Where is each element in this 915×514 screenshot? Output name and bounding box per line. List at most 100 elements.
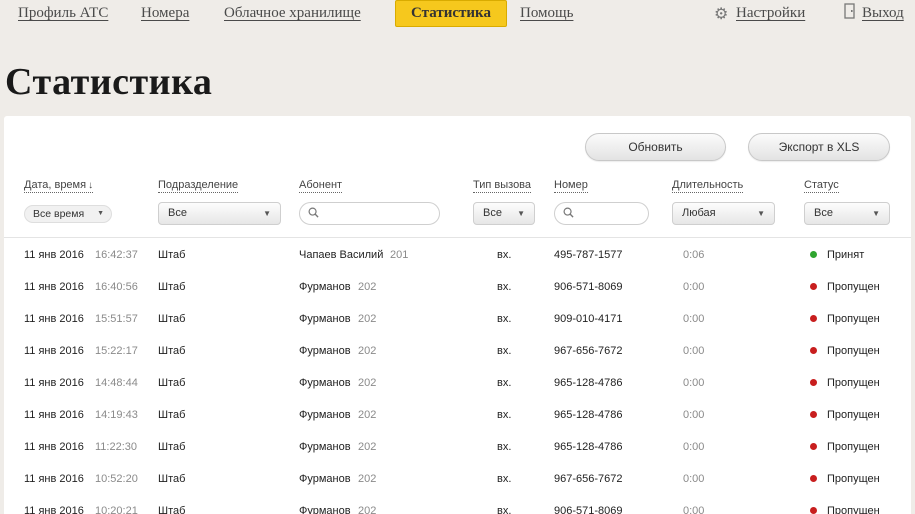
export-xls-button[interactable]: Экспорт в XLS [748, 133, 890, 161]
cell-time: 16:40:56 [95, 281, 138, 293]
table-row[interactable]: 11 янв 2016 15:51:57 Штаб Фурманов 202 вх. 909… [4, 304, 911, 336]
column-header-department[interactable]: Подразделение [158, 179, 239, 193]
cell-department: Штаб [158, 409, 186, 421]
cell-subscriber-name: Фурманов [299, 441, 351, 453]
cell-subscriber-ext: 202 [358, 441, 377, 453]
cell-duration: 0:00 [683, 345, 705, 357]
cell-status: Принят [827, 249, 865, 261]
status-dot-icon [810, 347, 817, 354]
cell-call-type: вх. [497, 441, 512, 453]
subscriber-search-input[interactable] [324, 205, 433, 222]
table-row[interactable]: 11 янв 2016 10:20:21 Штаб Фурманов 202 вх. 906… [4, 496, 911, 514]
column-header-datetime[interactable]: Дата, время ↓ [24, 179, 94, 193]
duration-filter-dropdown[interactable]: Любая ▼ [672, 202, 775, 225]
table-row[interactable]: 11 янв 2016 11:22:30 Штаб Фурманов 202 вх. 965… [4, 432, 911, 464]
nav-link-settings[interactable]: Настройки [736, 5, 805, 22]
cell-call-type: вх. [497, 313, 512, 325]
column-header-subscriber[interactable]: Абонент [299, 179, 343, 193]
cell-number: 965-128-4786 [554, 409, 623, 421]
subscriber-search-field[interactable] [299, 202, 440, 225]
top-navigation: Профиль АТС Номера Облачное хранилище Ст… [0, 0, 915, 30]
cell-date: 11 янв 2016 [24, 249, 84, 261]
nav-link-pbx-profile[interactable]: Профиль АТС [18, 5, 108, 22]
status-filter-dropdown[interactable]: Все ▼ [804, 202, 890, 225]
cell-subscriber-ext: 202 [358, 505, 377, 514]
cell-department: Штаб [158, 505, 186, 514]
column-header-status[interactable]: Статус [804, 179, 839, 193]
gear-icon[interactable]: ⚙ [714, 4, 728, 24]
cell-subscriber-ext: 201 [390, 249, 409, 261]
nav-tab-statistics-active[interactable]: Статистика [395, 0, 507, 27]
chevron-down-icon: ▼ [872, 209, 880, 218]
cell-subscriber-ext: 202 [358, 377, 377, 389]
column-header-duration[interactable]: Длительность [672, 179, 744, 193]
department-filter-dropdown[interactable]: Все ▼ [158, 202, 281, 225]
cell-department: Штаб [158, 313, 186, 325]
status-dot-icon [810, 379, 817, 386]
cell-number: 906-571-8069 [554, 505, 623, 514]
cell-department: Штаб [158, 281, 186, 293]
chevron-down-icon: ▼ [263, 209, 271, 218]
cell-department: Штаб [158, 345, 186, 357]
cell-subscriber-name: Фурманов [299, 377, 351, 389]
nav-link-help[interactable]: Помощь [520, 5, 573, 22]
cell-duration: 0:00 [683, 313, 705, 325]
cell-subscriber-ext: 202 [358, 473, 377, 485]
cell-time: 16:42:37 [95, 249, 138, 261]
column-header-number[interactable]: Номер [554, 179, 588, 193]
status-dot-icon [810, 411, 817, 418]
chevron-down-icon: ▼ [97, 210, 104, 217]
table-row[interactable]: 11 янв 2016 14:19:43 Штаб Фурманов 202 вх. 965… [4, 400, 911, 432]
cell-call-type: вх. [497, 377, 512, 389]
cell-duration: 0:00 [683, 505, 705, 514]
table-row[interactable]: 11 янв 2016 10:52:20 Штаб Фурманов 202 вх. 967… [4, 464, 911, 496]
table-row[interactable]: 11 янв 2016 14:48:44 Штаб Фурманов 202 вх. 965… [4, 368, 911, 400]
refresh-button[interactable]: Обновить [585, 133, 726, 161]
search-icon [563, 207, 574, 218]
cell-date: 11 янв 2016 [24, 313, 84, 325]
cell-subscriber-name: Фурманов [299, 409, 351, 421]
cell-status: Пропущен [827, 313, 880, 325]
number-search-input[interactable] [579, 205, 642, 222]
table-row[interactable]: 11 янв 2016 16:42:37 Штаб Чапаев Василий 201… [4, 240, 911, 272]
nav-link-cloud-storage[interactable]: Облачное хранилище [224, 5, 361, 22]
logout-door-icon[interactable] [844, 3, 856, 24]
cell-call-type: вх. [497, 281, 512, 293]
cell-date: 11 янв 2016 [24, 473, 84, 485]
status-dot-icon [810, 315, 817, 322]
status-filter-value: Все [814, 207, 833, 219]
cell-subscriber-ext: 202 [358, 313, 377, 325]
nav-link-logout[interactable]: Выход [862, 5, 904, 22]
nav-link-numbers[interactable]: Номера [141, 5, 189, 22]
status-dot-icon [810, 507, 817, 514]
duration-filter-value: Любая [682, 207, 716, 219]
datetime-filter-dropdown[interactable]: Все время ▼ [24, 205, 112, 223]
cell-subscriber-name: Фурманов [299, 313, 351, 325]
cell-status: Пропущен [827, 281, 880, 293]
table-row[interactable]: 11 янв 2016 16:40:56 Штаб Фурманов 202 вх. 906… [4, 272, 911, 304]
header-divider [4, 237, 911, 238]
department-filter-value: Все [168, 207, 187, 219]
cell-date: 11 янв 2016 [24, 281, 84, 293]
cell-subscriber-ext: 202 [358, 345, 377, 357]
datetime-filter-value: Все время [33, 208, 85, 220]
cell-status: Пропущен [827, 441, 880, 453]
cell-status: Пропущен [827, 505, 880, 514]
table-row[interactable]: 11 янв 2016 15:22:17 Штаб Фурманов 202 вх. 967… [4, 336, 911, 368]
chevron-down-icon: ▼ [757, 209, 765, 218]
cell-call-type: вх. [497, 345, 512, 357]
cell-date: 11 янв 2016 [24, 409, 84, 421]
column-header-call-type[interactable]: Тип вызова [473, 179, 532, 193]
status-dot-icon [810, 251, 817, 258]
call-type-filter-dropdown[interactable]: Все ▼ [473, 202, 535, 225]
cell-department: Штаб [158, 473, 186, 485]
cell-duration: 0:00 [683, 409, 705, 421]
number-search-field[interactable] [554, 202, 649, 225]
statistics-panel: Обновить Экспорт в XLS Дата, время ↓ Подр… [4, 116, 911, 514]
cell-duration: 0:06 [683, 249, 705, 261]
cell-subscriber-name: Фурманов [299, 281, 351, 293]
cell-duration: 0:00 [683, 441, 705, 453]
status-dot-icon [810, 443, 817, 450]
sort-arrow-icon: ↓ [88, 180, 94, 191]
cell-subscriber-name: Фурманов [299, 345, 351, 357]
